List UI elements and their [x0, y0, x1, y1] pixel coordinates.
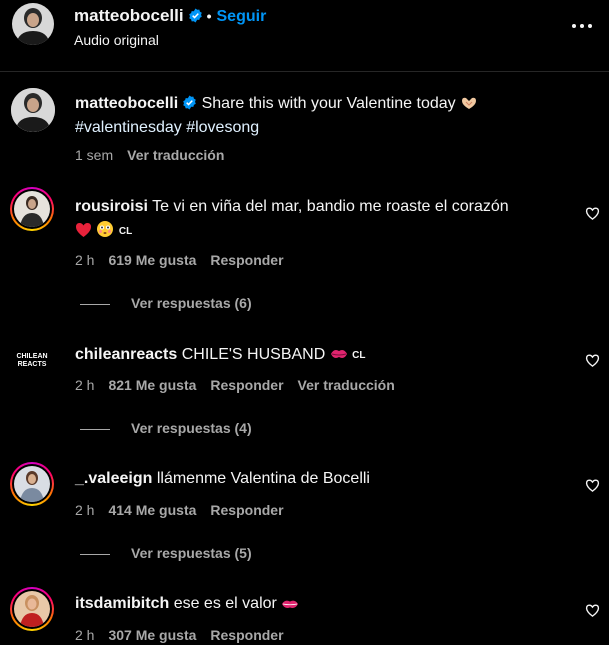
replies-divider [80, 303, 110, 305]
verified-badge-icon [188, 8, 202, 23]
author-line: matteobocelli • Seguir [74, 6, 266, 26]
like-icon[interactable] [585, 478, 600, 493]
see-translation-link[interactable]: Ver traducción [127, 147, 224, 163]
like-count[interactable]: 307 Me gusta [108, 627, 196, 643]
verified-badge-icon [183, 95, 196, 110]
replies-divider [80, 553, 110, 555]
replies-divider [80, 428, 110, 430]
view-replies-label: Ver respuestas (6) [131, 295, 252, 311]
comment-username[interactable]: rousiroisi [75, 198, 148, 215]
comment-body: llámenme Valentina de Bocelli [156, 470, 370, 487]
comment-text: itsdamibitch ese es el valor [75, 592, 575, 616]
comment-time: 2 h [75, 377, 95, 393]
comment-avatar-image [14, 591, 50, 627]
comment-avatar[interactable] [10, 187, 54, 231]
comment-text: chileanreacts CHILE'S HUSBAND CL [75, 343, 575, 368]
lips-icon [282, 600, 299, 609]
comment-avatar-image [14, 466, 50, 502]
reply-button[interactable]: Responder [210, 627, 283, 643]
like-count[interactable]: 619 Me gusta [108, 252, 196, 268]
author-username[interactable]: matteobocelli [74, 6, 184, 25]
flag-label: CL [118, 226, 133, 237]
comment-avatar[interactable] [10, 462, 54, 506]
separator-dot: • [206, 8, 212, 24]
author-avatar[interactable] [12, 3, 54, 45]
comment-avatar-image [14, 191, 50, 227]
comment-time: 2 h [75, 252, 95, 268]
comment-username[interactable]: _.valeeign [75, 470, 152, 487]
follow-button[interactable]: Seguir [217, 8, 267, 25]
comment-meta: 2 h 619 Me gusta Responder [75, 252, 298, 268]
reply-button[interactable]: Responder [210, 377, 283, 393]
like-icon[interactable] [585, 206, 600, 221]
author-avatar-image [12, 3, 54, 45]
comment-username[interactable]: itsdamibitch [75, 595, 169, 612]
caption-time: 1 sem [75, 147, 114, 163]
view-replies-button[interactable]: Ver respuestas (6) [80, 295, 252, 311]
reply-button[interactable]: Responder [210, 502, 283, 518]
like-icon[interactable] [585, 353, 600, 368]
comment-text: _.valeeign llámenme Valentina de Bocelli [75, 467, 575, 491]
comment-body: CHILE'S HUSBAND [181, 346, 326, 363]
flag-label: CL [352, 350, 366, 361]
view-replies-button[interactable]: Ver respuestas (4) [80, 420, 252, 436]
reply-button[interactable]: Responder [210, 252, 283, 268]
flushed-face-icon [97, 221, 114, 237]
comment-meta: 2 h 821 Me gusta Responder Ver traducción [75, 377, 409, 393]
comment-time: 2 h [75, 502, 95, 518]
caption-meta: 1 sem Ver traducción [75, 147, 238, 163]
avatar-logo-text: CHILEAN [16, 353, 47, 360]
heart-hands-icon [462, 97, 477, 109]
comment-avatar[interactable]: CHILEAN REACTS [10, 337, 54, 381]
comment-meta: 2 h 414 Me gusta Responder [75, 502, 298, 518]
caption-avatar-image [11, 88, 55, 132]
view-replies-button[interactable]: Ver respuestas (5) [80, 545, 252, 561]
red-heart-icon [76, 223, 91, 237]
comment-avatar-image: CHILEAN REACTS [12, 339, 52, 379]
comment-body: Te vi en viña del mar, bandio me roaste … [152, 198, 509, 215]
svg-text:REACTS: REACTS [18, 361, 47, 368]
view-replies-label: Ver respuestas (5) [131, 545, 252, 561]
like-count[interactable]: 414 Me gusta [108, 502, 196, 518]
more-options-icon[interactable] [571, 14, 593, 36]
comment-meta: 2 h 307 Me gusta Responder [75, 627, 298, 643]
comment-body: ese es el valor [173, 595, 277, 612]
kiss-mark-icon [330, 350, 347, 358]
see-translation-link[interactable]: Ver traducción [298, 377, 395, 393]
view-replies-label: Ver respuestas (4) [131, 420, 252, 436]
comment-text: rousiroisi Te vi en viña del mar, bandio… [75, 195, 575, 244]
like-icon[interactable] [585, 603, 600, 618]
like-count[interactable]: 821 Me gusta [108, 377, 196, 393]
comment-avatar[interactable] [10, 587, 54, 631]
caption-text: matteobocelli Share this with your Valen… [75, 92, 575, 140]
post-header: matteobocelli • Seguir Audio original [0, 0, 609, 72]
caption-username[interactable]: matteobocelli [75, 95, 178, 112]
comment-time: 2 h [75, 627, 95, 643]
caption-body: Share this with your Valentine today [201, 95, 456, 112]
caption-hashtags[interactable]: #valentinesday #lovesong [75, 119, 259, 136]
comment-username[interactable]: chileanreacts [75, 346, 177, 363]
audio-link[interactable]: Audio original [74, 32, 159, 48]
caption-avatar[interactable] [11, 88, 55, 132]
